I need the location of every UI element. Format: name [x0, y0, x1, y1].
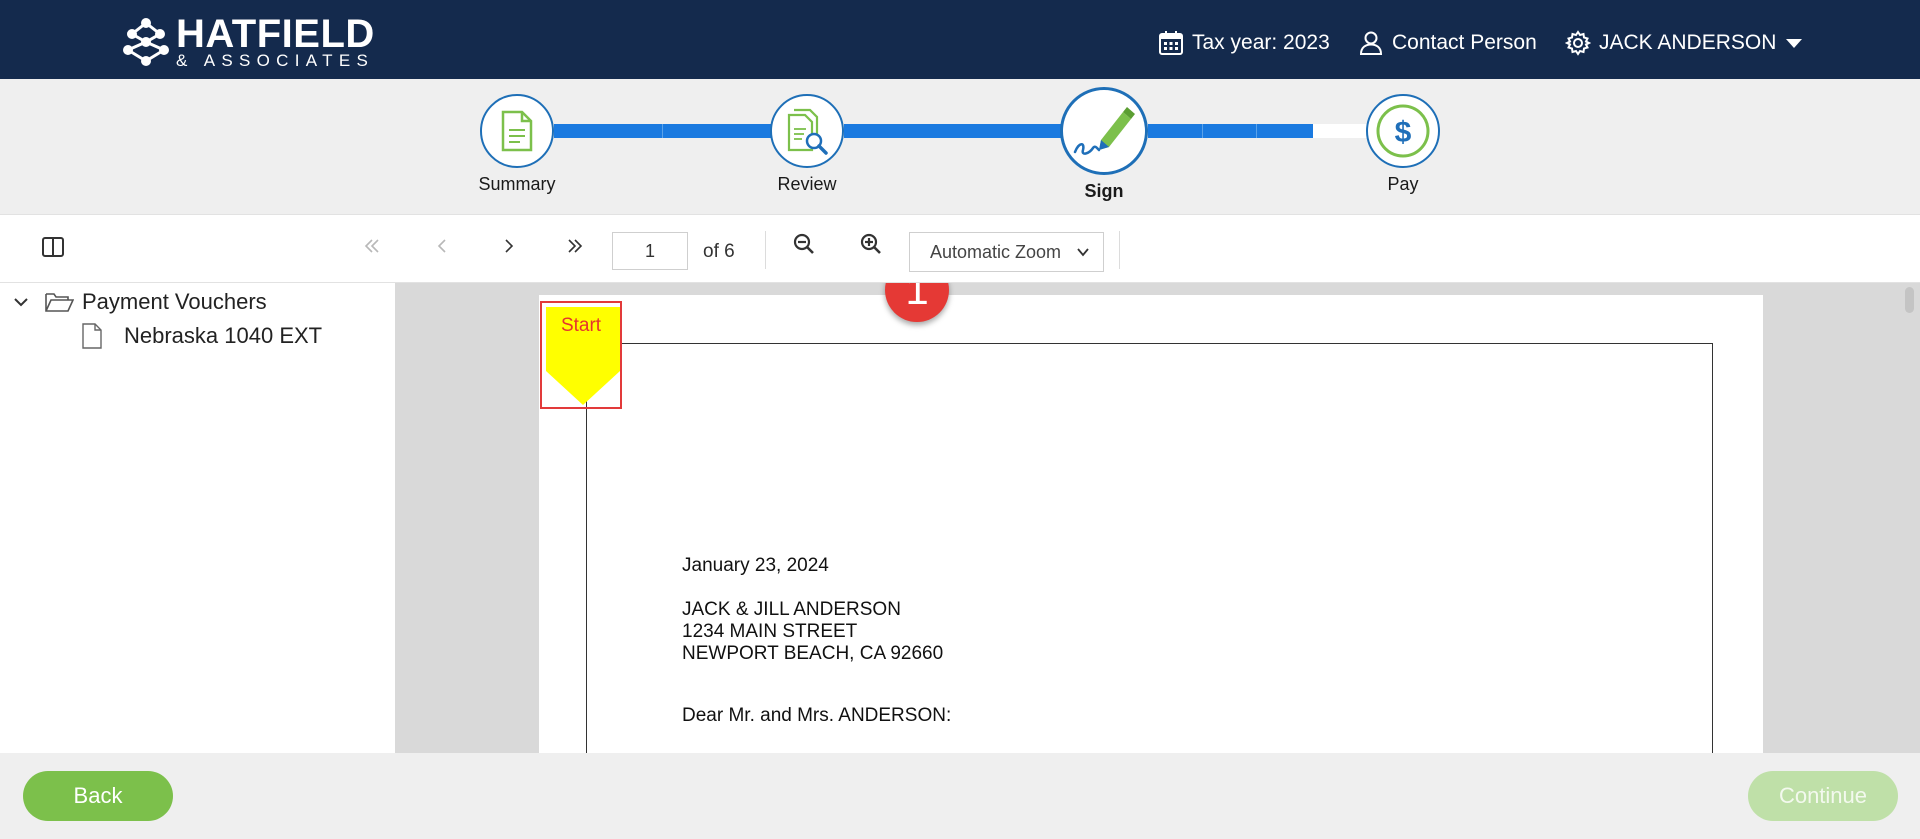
letter-salutation: Dear Mr. and Mrs. ANDERSON:	[682, 705, 952, 726]
gear-icon	[1565, 30, 1591, 56]
footer-bar: Back Continue	[0, 753, 1920, 839]
file-icon	[82, 323, 102, 349]
app-header: HATFIELD & ASSOCIATES Tax year: 2023 Con…	[0, 0, 1920, 79]
start-flag-label: Start	[560, 315, 602, 336]
double-chevron-left-icon	[364, 239, 379, 253]
toolbar-divider	[765, 231, 766, 269]
tree-folder-payment-vouchers[interactable]: Payment Vouchers	[12, 289, 267, 315]
logo[interactable]: HATFIELD & ASSOCIATES	[122, 14, 375, 69]
next-page-button[interactable]	[499, 233, 517, 259]
continue-button[interactable]: Continue	[1748, 771, 1898, 821]
sidebar-toggle-button[interactable]	[42, 235, 64, 261]
progress-segment-3	[1148, 124, 1313, 138]
logo-icon	[123, 17, 169, 66]
last-page-button[interactable]	[566, 233, 584, 259]
logo-wordmark: HATFIELD	[176, 12, 375, 56]
progress-segment-2	[844, 124, 1064, 138]
review-search-icon	[787, 108, 828, 155]
page-count: of 6	[703, 241, 735, 262]
zoom-select-value: Automatic Zoom	[930, 241, 1062, 262]
zoom-out-button[interactable]	[793, 233, 815, 259]
logo-subtitle: & ASSOCIATES	[176, 51, 375, 70]
page-number-input[interactable]	[612, 232, 688, 270]
tax-year-label: Tax year: 2023	[1192, 31, 1330, 54]
zoom-in-icon	[860, 233, 881, 254]
step-label-pay: Pay	[1387, 174, 1419, 194]
progress-stepper: Summary Review Sign $ Pay	[0, 79, 1920, 214]
chevron-down-icon	[1077, 248, 1089, 257]
zoom-out-icon	[793, 233, 814, 254]
page-border	[586, 343, 1713, 753]
person-icon	[1359, 31, 1383, 55]
tree-folder-label: Payment Vouchers	[82, 289, 267, 314]
user-menu[interactable]: JACK ANDERSON	[1565, 30, 1803, 56]
sidebar-toggle-icon	[42, 237, 64, 257]
chevron-down-icon	[1786, 38, 1803, 48]
document-icon	[501, 110, 533, 152]
dollar-icon: $	[1376, 104, 1430, 158]
step-sign[interactable]: Sign	[1054, 87, 1154, 202]
chevron-down-icon	[14, 298, 28, 307]
document-viewer[interactable]: January 23, 2024 JACK & JILL ANDERSON 12…	[395, 283, 1920, 753]
letter-date: January 23, 2024	[682, 555, 829, 576]
previous-page-button[interactable]	[434, 233, 452, 259]
user-name: JACK ANDERSON	[1599, 31, 1777, 54]
tree-file-nebraska-1040-ext[interactable]: Nebraska 1040 EXT	[82, 323, 322, 349]
letter-recipient-street: 1234 MAIN STREET	[682, 621, 858, 642]
chevron-left-icon	[437, 239, 446, 253]
calendar-icon	[1159, 31, 1183, 55]
zoom-in-button[interactable]	[860, 233, 882, 259]
document-tree: Payment Vouchers Nebraska 1040 EXT	[0, 283, 395, 753]
pen-signature-icon	[1073, 107, 1135, 155]
step-label-sign: Sign	[1084, 181, 1124, 201]
progress-segment-1	[554, 124, 774, 138]
step-label-review: Review	[777, 174, 837, 194]
toolbar-divider	[1119, 231, 1120, 269]
pdf-toolbar: of 6 Automatic Zoom	[0, 214, 1920, 283]
vertical-scrollbar[interactable]	[1905, 287, 1914, 313]
tax-year-selector[interactable]: Tax year: 2023	[1158, 30, 1330, 56]
tree-file-label: Nebraska 1040 EXT	[124, 323, 323, 348]
step-summary[interactable]: Summary	[467, 94, 567, 195]
letter-recipient-city: NEWPORT BEACH, CA 92660	[682, 643, 944, 664]
contact-person-label: Contact Person	[1392, 31, 1537, 54]
zoom-select[interactable]: Automatic Zoom	[909, 232, 1104, 272]
folder-open-icon	[45, 293, 74, 312]
step-label-summary: Summary	[478, 174, 556, 194]
svg-text:$: $	[1395, 116, 1412, 149]
double-chevron-right-icon	[568, 239, 583, 253]
back-button[interactable]: Back	[23, 771, 173, 821]
chevron-right-icon	[505, 239, 514, 253]
contact-person-link[interactable]: Contact Person	[1358, 30, 1537, 56]
pdf-page: January 23, 2024 JACK & JILL ANDERSON 12…	[539, 295, 1763, 753]
step-pay[interactable]: $ Pay	[1353, 94, 1453, 195]
first-page-button[interactable]	[363, 233, 381, 259]
step-review[interactable]: Review	[757, 94, 857, 195]
letter-recipient-name: JACK & JILL ANDERSON	[682, 599, 901, 620]
signature-start-flag[interactable]: Start	[540, 301, 622, 409]
